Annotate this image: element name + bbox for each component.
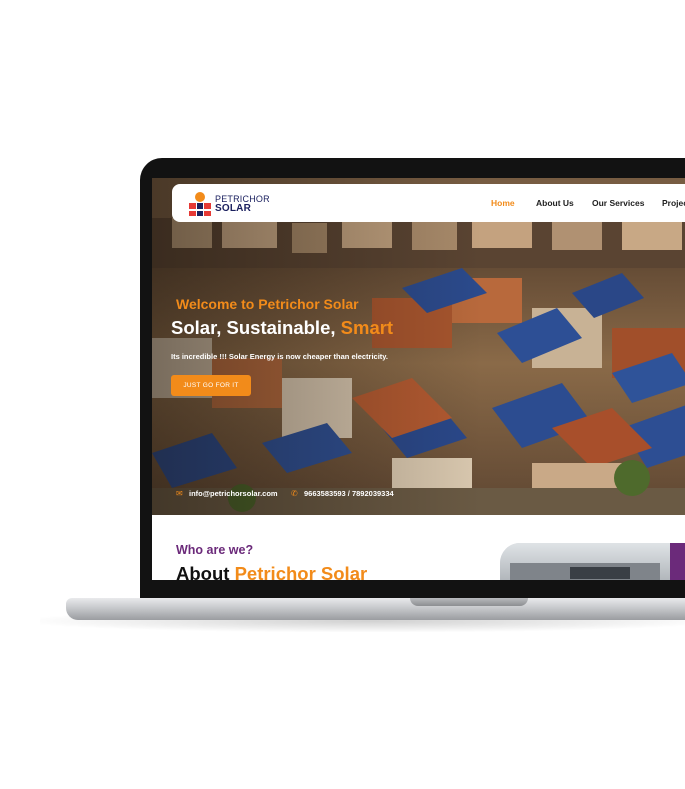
hero-welcome: Welcome to Petrichor Solar xyxy=(176,296,359,312)
hero-section: PETRICHOR SOLAR Home About Us Our Servic… xyxy=(152,178,685,515)
hero-tagline: Its incredible !!! Solar Energy is now c… xyxy=(171,352,389,361)
nav-item-about-us[interactable]: About Us xyxy=(536,198,574,208)
laptop-base xyxy=(66,598,685,620)
about-title-main: About xyxy=(176,563,235,580)
phone-icon: ✆ xyxy=(291,489,298,498)
envelope-icon: ✉ xyxy=(176,489,183,498)
navbar: PETRICHOR SOLAR Home About Us Our Servic… xyxy=(172,184,685,222)
logo[interactable]: PETRICHOR SOLAR xyxy=(188,191,270,217)
logo-text: PETRICHOR SOLAR xyxy=(215,195,270,214)
nav-item-projects[interactable]: Projec xyxy=(662,198,685,208)
logo-icon xyxy=(189,192,211,216)
logo-line2: SOLAR xyxy=(215,203,251,214)
about-title: About Petrichor Solar xyxy=(176,563,367,580)
hero-headline: Solar, Sustainable, Smart xyxy=(171,317,393,339)
hero-overlay xyxy=(152,178,482,515)
laptop-screen: PETRICHOR SOLAR Home About Us Our Servic… xyxy=(152,178,685,580)
just-go-for-it-button[interactable]: JUST GO FOR IT xyxy=(171,375,251,396)
nav-item-home[interactable]: Home xyxy=(491,198,515,208)
nav-item-our-services[interactable]: Our Services xyxy=(592,198,644,208)
contact-email[interactable]: info@petrichorsolar.com xyxy=(189,489,278,498)
laptop-notch xyxy=(410,598,528,606)
about-image xyxy=(500,543,670,580)
about-kicker: Who are we? xyxy=(176,543,254,557)
contact-phone[interactable]: 9663583593 / 7892039334 xyxy=(304,489,394,498)
hero-headline-accent: Smart xyxy=(340,317,394,338)
hero-headline-main: Solar, Sustainable, xyxy=(171,317,341,338)
about-title-accent: Petrichor Solar xyxy=(234,563,368,580)
accent-bar xyxy=(670,543,685,580)
